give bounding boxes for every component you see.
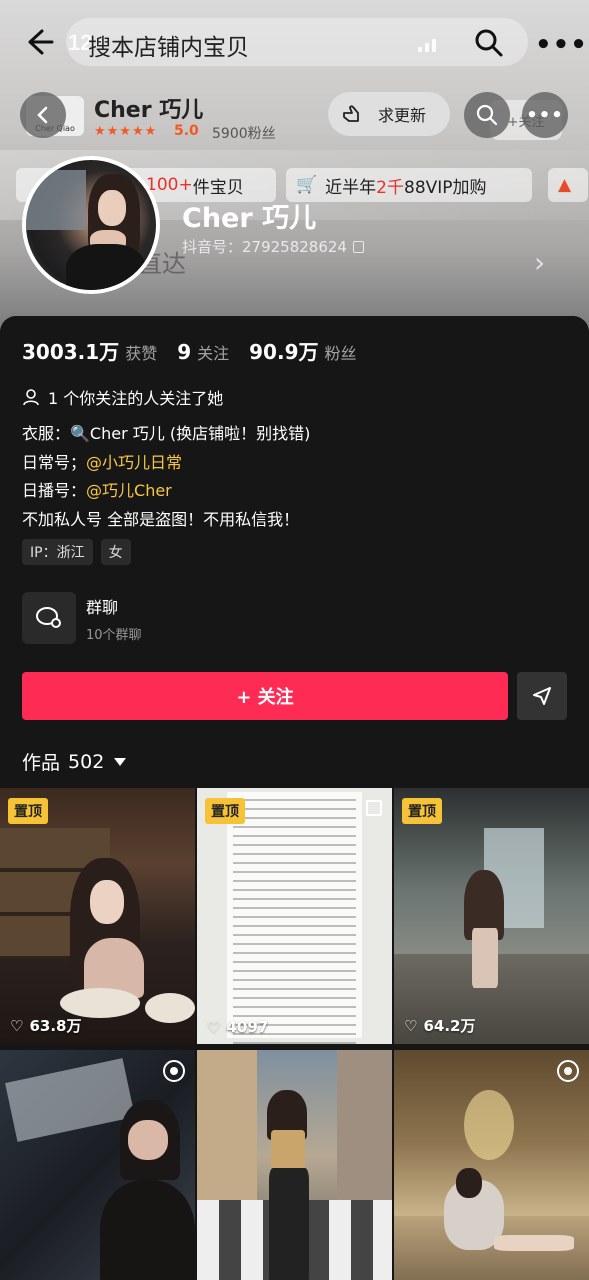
group-chat-title[interactable]: 群聊 <box>86 594 118 618</box>
promo-vip-value: 2千 <box>376 177 404 198</box>
search-icon <box>476 104 498 126</box>
stat-following-value: 9 <box>177 340 192 364</box>
video-likes-count: 63.8万 <box>29 1017 82 1035</box>
bio-live-link[interactable]: @巧儿Cher <box>86 481 172 500</box>
video-tile[interactable] <box>394 1050 589 1280</box>
profile-tags: IP：浙江 女 <box>22 539 131 565</box>
pinned-badge: 置顶 <box>8 798 48 824</box>
caret-down-icon <box>114 757 127 766</box>
video-likes: ♡ 4097 <box>207 1018 268 1036</box>
request-update-button[interactable]: 求更新 <box>328 92 450 136</box>
promo-count-label: 件宝贝 <box>192 177 244 198</box>
multi-image-icon <box>366 800 382 816</box>
works-count: 502 <box>68 750 105 773</box>
shop-search-input[interactable]: 搜本店铺内宝贝 <box>88 28 249 62</box>
send-icon <box>533 687 551 705</box>
request-update-label: 求更新 <box>378 106 427 125</box>
tag-ip: IP：浙江 <box>22 539 93 565</box>
group-chat-icon-box[interactable] <box>22 592 76 644</box>
bio-line-clothes: 衣服：🔍Cher 巧儿 (换店铺啦！别找错) <box>22 424 311 443</box>
douyin-id[interactable]: 抖音号：27925828624 <box>182 236 364 257</box>
stat-following-label: 关注 <box>197 344 230 363</box>
back-arrow-icon[interactable] <box>22 26 54 58</box>
search-icon[interactable] <box>474 28 504 58</box>
shop-fans-count: 5900粉丝 <box>212 126 276 142</box>
profile-stats: 3003.1万 获赞 9 关注 90.9万 粉丝 <box>22 336 357 365</box>
overlay-search-button[interactable] <box>464 92 510 138</box>
promo-vip-prefix: 近半年 <box>325 177 377 198</box>
bio-daily-label: 日常号； <box>22 452 87 472</box>
bio-daily-link[interactable]: @小巧儿日常 <box>86 453 182 472</box>
stat-likes-value: 3003.1万 <box>22 340 120 364</box>
video-tile[interactable]: 置顶 ♡ 64.2万 <box>394 788 589 1044</box>
signal-icon <box>418 36 444 52</box>
shop-name[interactable]: Cher 巧儿 <box>94 92 203 124</box>
heart-icon: ♡ <box>207 1018 221 1036</box>
video-tile[interactable] <box>197 1050 392 1280</box>
profile-bio: 衣服：🔍Cher 巧儿 (换店铺啦！别找错) 日常号；@小巧儿日常 日播号：@巧… <box>22 420 310 534</box>
follow-button[interactable]: + 关注 <box>22 672 508 720</box>
promo-vip-suffix: 88VIP加购 <box>404 177 487 198</box>
heart-icon: ♡ <box>10 1016 24 1035</box>
works-label: 作品 <box>22 752 61 774</box>
bio-live-label: 日播号： <box>22 481 87 500</box>
mutual-text: 1 个你关注的人关注了她 <box>48 389 224 408</box>
hand-pointing-icon <box>343 105 359 122</box>
video-likes: ♡ 64.2万 <box>404 1015 475 1036</box>
group-chat-count: 10个群聊 <box>86 628 142 643</box>
more-dots-icon: ••• <box>526 104 564 126</box>
tag-gender: 女 <box>100 539 131 565</box>
video-tile[interactable]: 置顶 ♡ 4097 <box>197 788 392 1044</box>
shop-rating: 5.0 <box>174 123 199 139</box>
chat-bubble-icon <box>36 607 61 628</box>
chevron-right-icon[interactable]: › <box>534 246 545 279</box>
video-likes-count: 4097 <box>226 1018 269 1036</box>
cart-icon: 🛒 <box>296 175 318 195</box>
douyin-id-text: 抖音号：27925828624 <box>182 238 347 256</box>
bio-line-notice: 不加私人号 全部是盗图！不用私信我！ <box>22 509 300 529</box>
overlay-back-button[interactable] <box>20 92 66 138</box>
promo-count-value: 100+ <box>146 175 193 195</box>
works-tab[interactable]: 作品 502 <box>22 748 127 775</box>
stat-followers-label: 粉丝 <box>324 344 357 363</box>
profile-name: Cher 巧儿 <box>182 203 317 234</box>
mutual-followers[interactable]: 1 个你关注的人关注了她 <box>22 385 223 409</box>
share-button[interactable] <box>517 672 567 720</box>
copy-icon[interactable] <box>352 241 364 253</box>
pinned-badge: 置顶 <box>402 798 442 824</box>
pinned-badge: 置顶 <box>205 798 245 824</box>
video-likes-count: 64.2万 <box>423 1017 476 1035</box>
person-icon <box>23 389 39 406</box>
stat-likes[interactable]: 3003.1万 获赞 <box>22 336 157 365</box>
profile-avatar[interactable] <box>22 156 160 294</box>
stat-following[interactable]: 9 关注 <box>177 340 229 364</box>
overlay-more-button[interactable]: ••• <box>522 92 568 138</box>
more-icon[interactable]: ••• <box>535 30 588 60</box>
stat-likes-label: 获赞 <box>125 344 158 363</box>
video-tile[interactable] <box>0 1050 195 1280</box>
live-photo-icon <box>557 1060 579 1082</box>
video-likes: ♡ 63.8万 <box>10 1015 81 1036</box>
heart-icon: ♡ <box>404 1016 418 1035</box>
rating-stars: ★★★★★ <box>94 124 158 139</box>
chevron-left-icon <box>37 106 48 124</box>
live-photo-icon <box>163 1060 185 1082</box>
video-tile[interactable]: 置顶 ♡ 63.8万 <box>0 788 195 1044</box>
promo-more-icon[interactable]: ▲ <box>548 168 588 202</box>
video-grid: 置顶 ♡ 63.8万 置顶 ♡ 4097 置顶 ♡ 64.2万 <box>0 788 589 1280</box>
promo-vip-cart[interactable]: 🛒 近半年 2千 88VIP加购 <box>286 168 532 202</box>
stat-followers[interactable]: 90.9万 粉丝 <box>249 336 356 365</box>
stat-followers-value: 90.9万 <box>249 340 319 364</box>
